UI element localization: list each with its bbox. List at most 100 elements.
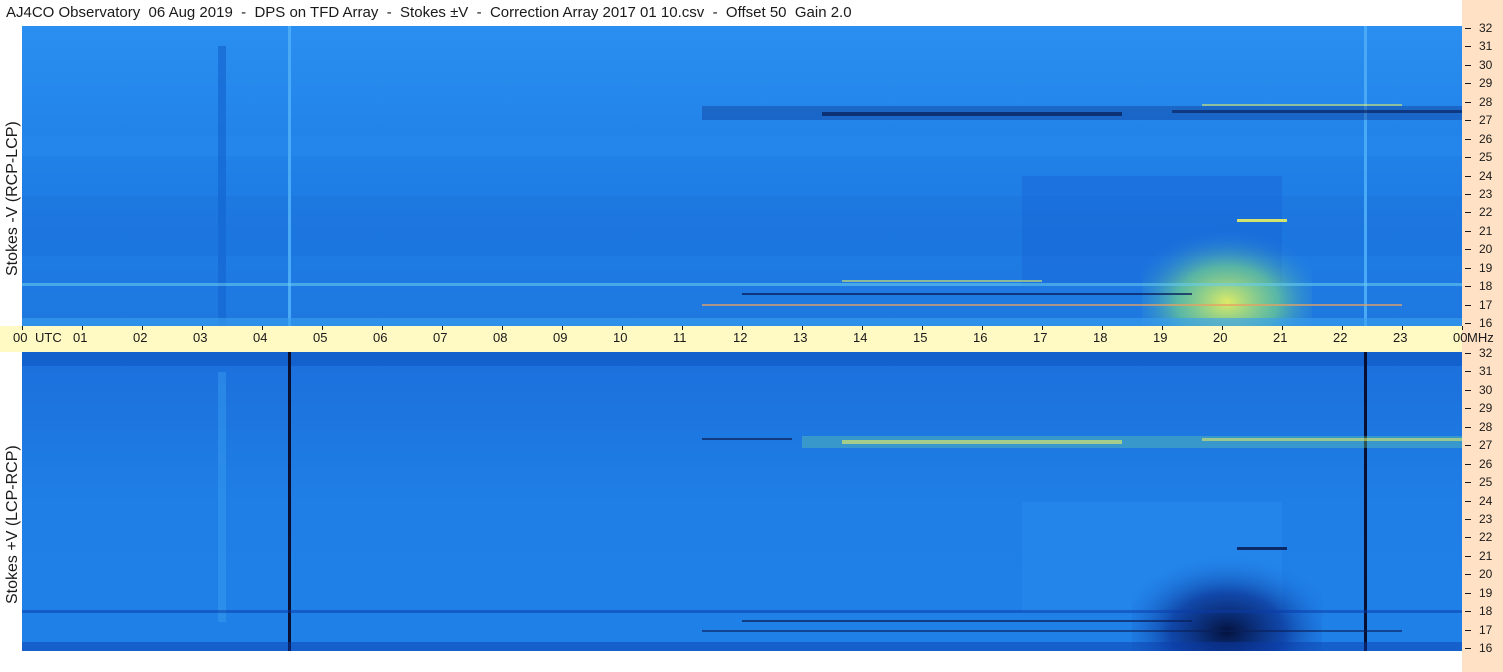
frequency-tick — [1465, 463, 1471, 465]
title-bar: AJ4CO Observatory 06 Aug 2019 - DPS on T… — [0, 0, 1462, 26]
frequency-tick-label: 19 — [1479, 260, 1493, 275]
time-tick — [502, 326, 503, 330]
frequency-tick-label: 27 — [1479, 438, 1493, 453]
frequency-tick — [1465, 138, 1471, 140]
time-tick-label: 05 — [313, 330, 328, 345]
frequency-tick-label: 24 — [1479, 493, 1493, 508]
frequency-tick — [1465, 629, 1471, 631]
frequency-tick-label: 28 — [1479, 94, 1493, 109]
time-tick-label: 16 — [973, 330, 988, 345]
time-tick-label: 03 — [193, 330, 208, 345]
frequency-tick — [1465, 592, 1471, 594]
frequency-tick — [1465, 230, 1471, 232]
frequency-tick-label: 29 — [1479, 76, 1493, 91]
unit-label: MHz — [1467, 330, 1494, 345]
frequency-tick-label: 21 — [1479, 223, 1493, 238]
frequency-tick — [1465, 518, 1471, 520]
time-tick — [862, 326, 863, 330]
time-tick-label: 09 — [553, 330, 568, 345]
frequency-tick-label: 30 — [1479, 382, 1493, 397]
frequency-tick-label: 24 — [1479, 168, 1493, 183]
time-tick-label: 13 — [793, 330, 808, 345]
time-tick-label: 21 — [1273, 330, 1288, 345]
time-tick — [682, 326, 683, 330]
frequency-tick — [1465, 28, 1471, 29]
time-tick-label: 04 — [253, 330, 268, 345]
time-tick — [82, 326, 83, 330]
frequency-tick — [1465, 286, 1471, 288]
frequency-tick-label: 31 — [1479, 39, 1493, 54]
frequency-tick — [1465, 389, 1471, 391]
time-tick-label: 12 — [733, 330, 748, 345]
frequency-tick-label: 18 — [1479, 604, 1493, 619]
frequency-tick — [1465, 46, 1471, 48]
time-tick-label: 19 — [1153, 330, 1168, 345]
frequency-tick — [1465, 157, 1471, 159]
time-tick-label: 23 — [1393, 330, 1408, 345]
frequency-tick-label: 21 — [1479, 548, 1493, 563]
frequency-tick — [1465, 120, 1471, 122]
frequency-tick — [1465, 353, 1471, 354]
frequency-tick — [1465, 426, 1471, 428]
frequency-tick — [1465, 175, 1471, 177]
time-tick-label: 20 — [1213, 330, 1228, 345]
time-tick — [562, 326, 563, 330]
time-tick — [1282, 326, 1283, 330]
time-tick — [202, 326, 203, 330]
time-tick — [802, 326, 803, 330]
time-tick — [1162, 326, 1163, 330]
time-tick — [1342, 326, 1343, 330]
time-tick — [982, 326, 983, 330]
time-tick — [922, 326, 923, 330]
frequency-tick-label: 25 — [1479, 150, 1493, 165]
spectrogram-top-image — [22, 26, 1462, 326]
time-tick-label: 02 — [133, 330, 148, 345]
chart-title: AJ4CO Observatory 06 Aug 2019 - DPS on T… — [6, 4, 852, 21]
time-tick — [1102, 326, 1103, 330]
time-tick — [1402, 326, 1403, 330]
frequency-tick-label: 19 — [1479, 585, 1493, 600]
spectrogram-bottom-panel — [22, 352, 1462, 651]
time-tick-label: 08 — [493, 330, 508, 345]
frequency-tick-label: 20 — [1479, 242, 1493, 257]
y-axis-label-top: Stokes -V (RCP-LCP) — [4, 121, 21, 276]
frequency-tick-label: 27 — [1479, 113, 1493, 128]
frequency-tick — [1465, 555, 1471, 557]
frequency-tick — [1465, 648, 1471, 649]
frequency-tick-label: 16 — [1479, 316, 1493, 330]
time-tick-label: 06 — [373, 330, 388, 345]
time-tick — [1222, 326, 1223, 330]
frequency-tick — [1465, 267, 1471, 269]
utc-label: UTC — [35, 330, 62, 345]
time-tick — [1042, 326, 1043, 330]
frequency-tick-label: 18 — [1479, 279, 1493, 294]
spectrogram-bottom-image — [22, 352, 1462, 651]
time-axis: 00 01 02 03 04 05 06 07 08 09 10 11 12 13 14 15 16 17 18 19… — [0, 326, 1494, 352]
frequency-tick-label: 16 — [1479, 641, 1493, 655]
frequency-tick — [1465, 371, 1471, 373]
frequency-tick — [1465, 64, 1471, 66]
time-tick-label: 15 — [913, 330, 928, 345]
time-tick-label: 01 — [73, 330, 88, 345]
frequency-tick — [1465, 83, 1471, 85]
frequency-tick-label: 25 — [1479, 475, 1493, 490]
frequency-tick-label: 23 — [1479, 511, 1493, 526]
frequency-tick-label: 29 — [1479, 401, 1493, 416]
frequency-tick-label: 22 — [1479, 205, 1493, 220]
frequency-tick-label: 30 — [1479, 57, 1493, 72]
frequency-tick-label: 26 — [1479, 131, 1493, 146]
frequency-tick — [1465, 537, 1471, 539]
time-tick — [1462, 326, 1463, 330]
spectrogram-top-panel — [22, 26, 1462, 326]
time-tick-label: 07 — [433, 330, 448, 345]
frequency-tick — [1465, 249, 1471, 251]
frequency-tick-label: 28 — [1479, 419, 1493, 434]
time-tick — [382, 326, 383, 330]
time-tick-label: 10 — [613, 330, 628, 345]
frequency-tick — [1465, 408, 1471, 410]
frequency-tick — [1465, 193, 1471, 195]
time-tick-label: 22 — [1333, 330, 1348, 345]
time-tick-label: 11 — [673, 330, 687, 345]
frequency-tick-label: 17 — [1479, 297, 1493, 312]
frequency-tick — [1465, 574, 1471, 576]
